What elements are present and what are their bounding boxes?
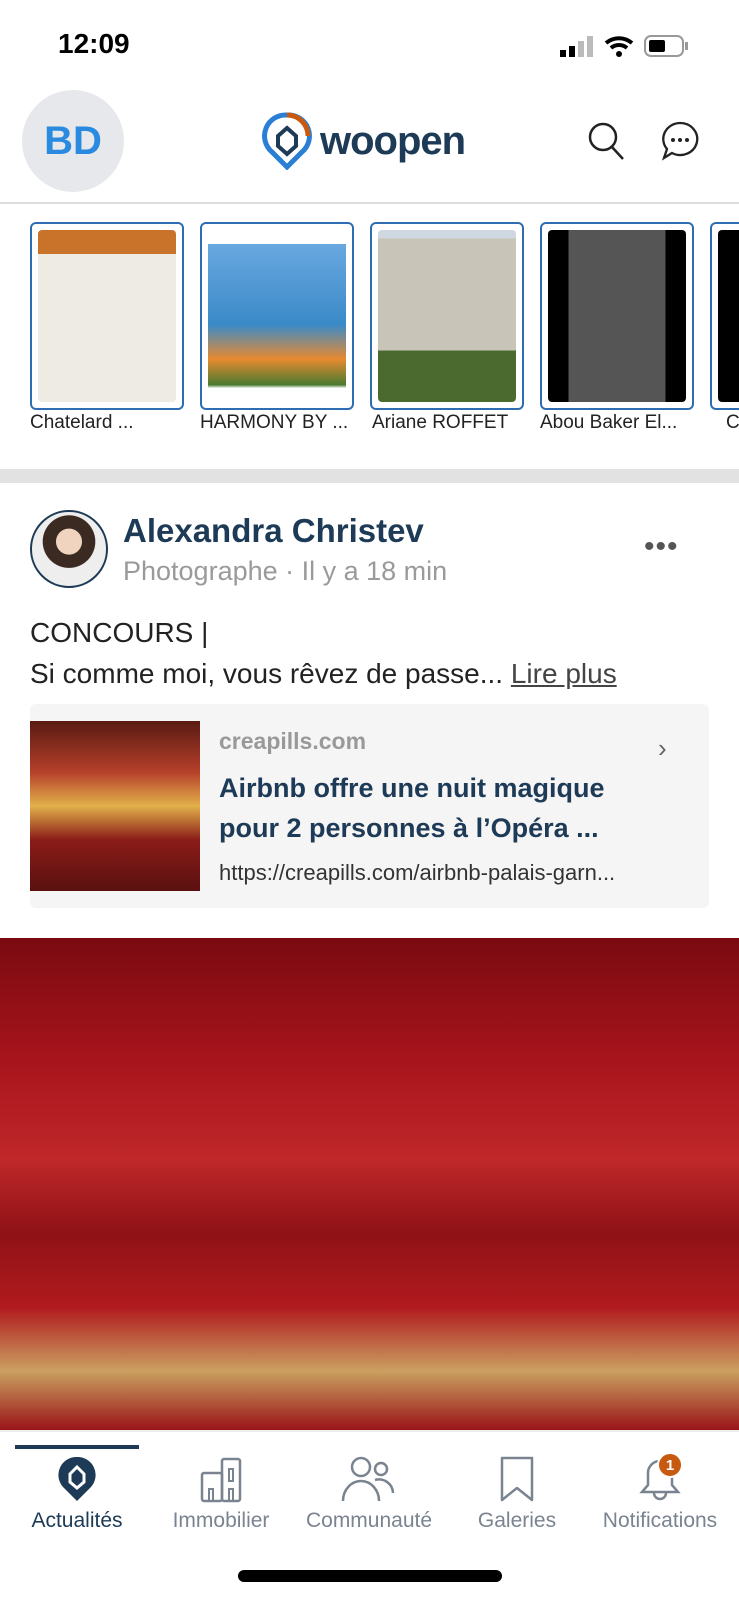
users-icon <box>341 1456 395 1502</box>
tab-galeries[interactable]: Galeries <box>443 1455 591 1533</box>
bookmark-icon <box>500 1456 534 1502</box>
post-text-line1: CONCOURS | <box>30 617 209 648</box>
notification-badge: 1 <box>657 1452 683 1478</box>
woopen-pin-icon <box>262 112 312 170</box>
status-icons <box>560 34 690 58</box>
tab-communaute[interactable]: Communauté <box>295 1455 443 1533</box>
story-card[interactable] <box>200 222 354 410</box>
link-url: https://creapills.com/airbnb-palais-garn… <box>219 860 616 885</box>
search-icon[interactable] <box>586 120 626 162</box>
story-image <box>208 230 346 402</box>
story-label: C <box>726 412 739 433</box>
link-domain: creapills.com <box>219 728 367 754</box>
story-label: Chatelard ... <box>30 412 134 433</box>
story-image <box>38 230 176 402</box>
header-divider <box>0 202 739 204</box>
status-time: 12:09 <box>58 28 130 59</box>
chevron-right-icon: › <box>658 733 667 763</box>
story-label: HARMONY BY ... <box>200 412 349 433</box>
story-card[interactable] <box>710 222 739 410</box>
tab-label: Galeries <box>477 1509 557 1532</box>
user-avatar[interactable]: BD <box>22 90 124 192</box>
section-separator <box>0 469 739 483</box>
story-image <box>378 230 516 402</box>
buildings-icon <box>200 1457 242 1503</box>
active-tab-indicator <box>15 1445 139 1449</box>
story-label: Ariane ROFFET <box>372 412 509 433</box>
story-image <box>548 230 686 402</box>
story-card[interactable] <box>540 222 694 410</box>
signal-icon <box>560 36 593 57</box>
tab-label: Immobilier <box>172 1509 270 1532</box>
logo-text: woopen <box>320 118 466 163</box>
wifi-icon <box>604 36 634 57</box>
story-label: Abou Baker El... <box>540 412 678 433</box>
author-avatar[interactable] <box>30 510 108 588</box>
tab-label: Notifications <box>602 1509 718 1532</box>
story-card[interactable] <box>370 222 524 410</box>
story-image <box>718 230 739 402</box>
post-text: CONCOURS | Si comme moi, vous rêvez de p… <box>30 612 617 694</box>
post-subtitle: Photographe · Il y a 18 min <box>123 556 448 586</box>
more-options-icon[interactable]: ••• <box>644 530 679 564</box>
author-name[interactable]: Alexandra Christev <box>123 512 424 550</box>
battery-icon <box>644 35 688 57</box>
tab-label: Communauté <box>305 1509 433 1532</box>
link-preview-image <box>30 721 200 891</box>
chat-icon[interactable] <box>660 120 700 162</box>
tab-actualites[interactable]: Actualités <box>3 1455 151 1533</box>
post-image[interactable] <box>0 938 739 1430</box>
read-more-link[interactable]: Lire plus <box>511 658 617 689</box>
tab-immobilier[interactable]: Immobilier <box>147 1455 295 1533</box>
woopen-logo: woopen <box>262 112 466 170</box>
link-title[interactable]: Airbnb offre une nuit magique pour 2 per… <box>219 768 639 848</box>
home-indicator[interactable] <box>238 1570 502 1582</box>
tab-label: Actualités <box>31 1509 123 1532</box>
post-text-line2: Si comme moi, vous rêvez de passe... <box>30 658 504 689</box>
woopen-pin-icon <box>58 1456 96 1501</box>
tab-bar-divider <box>0 1430 739 1432</box>
story-card[interactable] <box>30 222 184 410</box>
